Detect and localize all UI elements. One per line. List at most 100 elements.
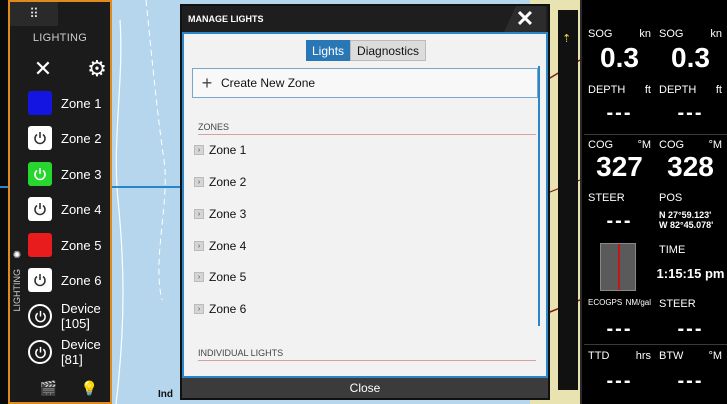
depth-contour-2	[145, 0, 166, 301]
zone-list-item[interactable]: › Zone 6	[194, 297, 534, 321]
zone-list-item[interactable]: › Zone 4	[194, 234, 534, 258]
zone-row-3[interactable]: Zone 3	[28, 157, 110, 191]
cog-label: COG	[588, 139, 614, 151]
steer-cell-2[interactable]: STEER ---	[655, 294, 726, 344]
device-row-2[interactable]: Device [81]	[28, 335, 110, 369]
zone-color-swatch[interactable]	[28, 91, 52, 115]
steer-cell-1[interactable]: STEER ---	[584, 188, 655, 238]
device-label: Device [105]	[61, 301, 101, 331]
tab-diagnostics[interactable]: Diagnostics	[350, 40, 427, 61]
chevron-right-icon[interactable]: ›	[194, 304, 204, 314]
eco-gauge	[600, 243, 636, 291]
individual-lights-heading: INDIVIDUAL LIGHTS	[198, 348, 536, 361]
device-power-button[interactable]	[28, 304, 52, 328]
depth-label: DEPTH	[659, 84, 697, 96]
zone-list-item[interactable]: › Zone 3	[194, 202, 534, 226]
power-icon	[34, 203, 46, 216]
close-panel-button[interactable]: ✕	[28, 54, 58, 84]
zone-list-label: Zone 6	[209, 302, 247, 316]
device-label-line1: Device	[61, 301, 101, 316]
zone-label: Zone 4	[61, 201, 102, 217]
cog-cell-2[interactable]: COG °M 328	[655, 135, 726, 185]
chevron-right-icon[interactable]: ›	[194, 209, 204, 219]
compass-strip[interactable]: ⇡	[558, 10, 578, 390]
sog-value: 0.3	[600, 42, 639, 73]
power-icon	[34, 168, 46, 181]
ecogps-value: ---	[606, 318, 633, 340]
pos-lon: W 82°45.078'	[659, 220, 714, 230]
power-icon	[34, 132, 46, 145]
chart-place-label: Ind	[158, 389, 173, 400]
pos-cell[interactable]: POS N 27°59.123' W 82°45.078'	[655, 188, 726, 238]
zone-color-swatch[interactable]	[28, 233, 52, 257]
btw-cell[interactable]: BTW °M ---	[655, 346, 726, 396]
zone-row-5[interactable]: Zone 5	[28, 228, 110, 262]
dialog-close-button[interactable]: ✕	[504, 6, 546, 32]
ecogps-cell[interactable]: ECOGPS NM/gal ---	[584, 294, 655, 344]
panel-title: LIGHTING	[32, 32, 88, 44]
depth-label: DEPTH	[588, 84, 626, 96]
zones-heading: ZONES	[198, 122, 536, 135]
dialog-header: MANAGE LIGHTS ✕	[182, 6, 548, 32]
zone-color-swatch[interactable]	[28, 162, 52, 186]
zone-label: Zone 5	[61, 237, 102, 253]
bulb-icon[interactable]: 💡	[81, 380, 98, 397]
btw-label: BTW	[659, 350, 684, 362]
panel-bottom-bar: 🎬 💡	[28, 374, 110, 402]
zone-label: Zone 2	[61, 130, 102, 146]
dialog-body: Lights Diagnostics + Create New Zone ZON…	[182, 32, 548, 378]
device-row-1[interactable]: Device [105]	[28, 299, 110, 333]
close-icon: ✕	[33, 56, 53, 81]
depth-cell-2[interactable]: DEPTH ft ---	[655, 80, 726, 130]
apps-grid-button[interactable]: ⠿	[10, 2, 58, 26]
zone-list-label: Zone 2	[209, 175, 247, 189]
zone-list-label: Zone 5	[209, 270, 247, 284]
depth-contour-1	[115, 19, 124, 404]
list-scrollbar[interactable]	[538, 66, 540, 326]
time-cell[interactable]: TIME 1:15:15 pm	[655, 240, 726, 290]
chevron-right-icon[interactable]: ›	[194, 145, 204, 155]
ecogps-label: ECOGPS	[588, 298, 623, 307]
gear-icon: ⚙	[87, 56, 107, 81]
ttd-cell[interactable]: TTD hrs ---	[584, 346, 655, 396]
zone-row-4[interactable]: Zone 4	[28, 192, 110, 226]
lighting-side-tab[interactable]: ✺ LIGHTING	[8, 250, 26, 362]
scene-icon[interactable]: 🎬	[40, 380, 57, 397]
zone-row-2[interactable]: Zone 2	[28, 121, 110, 155]
cog-unit: °M	[637, 139, 651, 151]
zone-label: Zone 6	[61, 272, 102, 288]
chevron-right-icon[interactable]: ›	[194, 177, 204, 187]
zone-color-swatch[interactable]	[28, 197, 52, 221]
close-icon: ✕	[515, 6, 535, 31]
chevron-right-icon[interactable]: ›	[194, 272, 204, 282]
steer-label: STEER	[659, 298, 696, 310]
depth-cell-1[interactable]: DEPTH ft ---	[584, 80, 655, 130]
zone-row-1[interactable]: Zone 1	[28, 86, 110, 120]
pos-coords: N 27°59.123' W 82°45.078'	[659, 210, 713, 230]
zone-color-swatch[interactable]	[28, 126, 52, 150]
depth-unit: ft	[715, 84, 722, 96]
dialog-close-footer-button[interactable]: Close	[182, 378, 548, 398]
pos-lat: N 27°59.123'	[659, 210, 712, 220]
tab-lights[interactable]: Lights	[306, 40, 351, 61]
ecogps-unit: NM/gal	[625, 298, 651, 307]
create-zone-button[interactable]: + Create New Zone	[192, 68, 538, 98]
zone-list-item[interactable]: › Zone 2	[194, 170, 534, 194]
zone-list-item[interactable]: › Zone 1	[194, 138, 534, 162]
chevron-right-icon[interactable]: ›	[194, 241, 204, 251]
device-label-line2: [105]	[61, 316, 90, 331]
cog-cell-1[interactable]: COG °M 327	[584, 135, 655, 185]
sog-value: 0.3	[671, 42, 710, 73]
settings-button[interactable]: ⚙	[82, 54, 112, 84]
zone-color-swatch[interactable]	[28, 268, 52, 292]
sog-cell-2[interactable]: SOG kn 0.3	[655, 24, 726, 74]
power-icon	[34, 346, 46, 358]
zone-list-label: Zone 1	[209, 143, 247, 157]
device-power-button[interactable]	[28, 340, 52, 364]
sog-cell-1[interactable]: SOG kn 0.3	[584, 24, 655, 74]
zone-row-6[interactable]: Zone 6	[28, 263, 110, 297]
power-icon	[34, 239, 46, 252]
north-arrow-icon: ⇡	[562, 33, 572, 45]
time-label: TIME	[659, 244, 686, 256]
zone-list-item[interactable]: › Zone 5	[194, 265, 534, 289]
